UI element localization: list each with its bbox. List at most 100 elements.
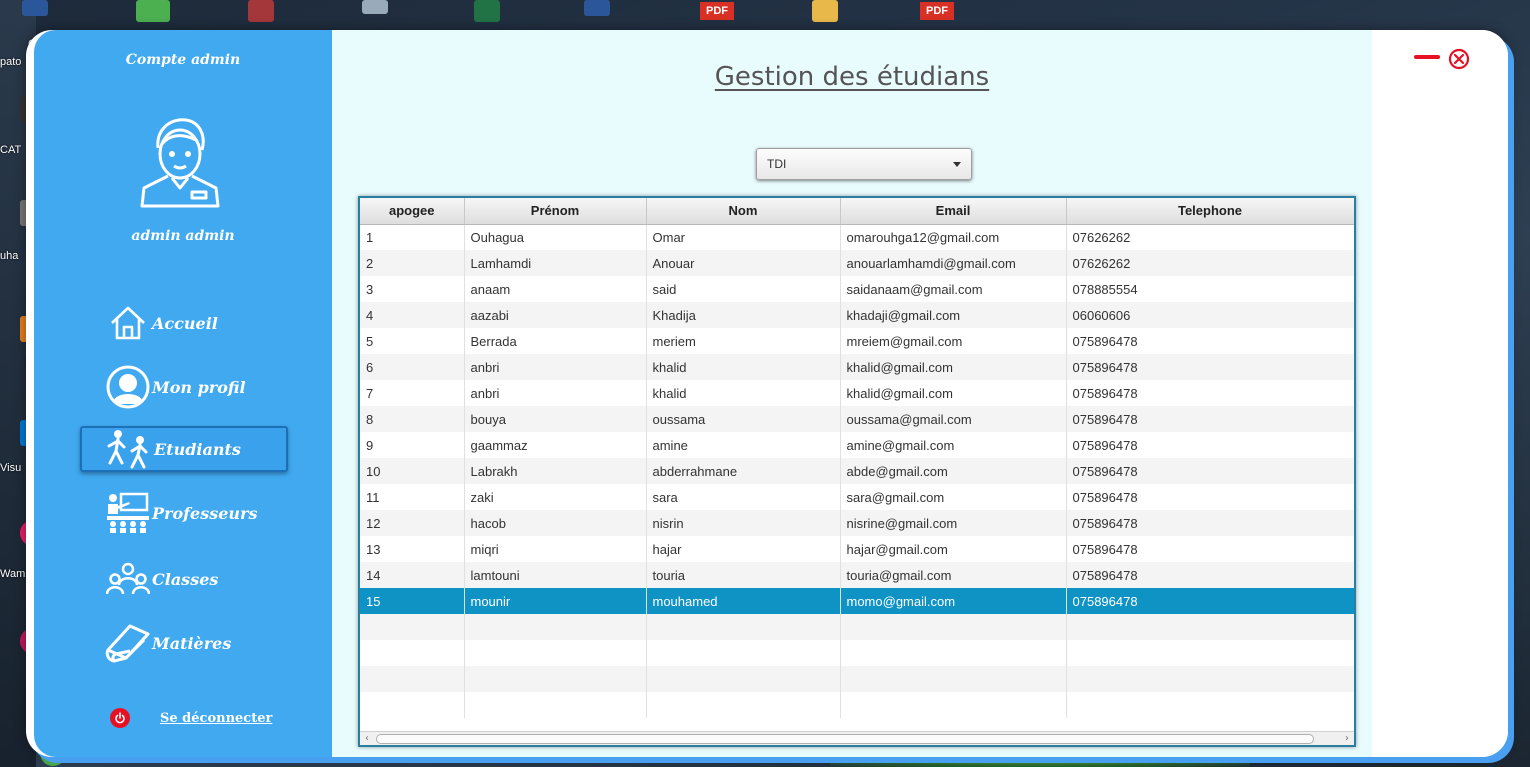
nav-item-etudiants[interactable]: Etudiants xyxy=(80,426,288,472)
table-row[interactable]: 13 miqri hajar hajar@gmail.com 075896478 xyxy=(360,536,1354,562)
cell-apogee: 8 xyxy=(360,406,465,432)
empty-cell xyxy=(840,640,1067,666)
minimize-icon[interactable] xyxy=(1414,52,1440,62)
empty-cell xyxy=(360,666,465,692)
cell-prenom: hacob xyxy=(464,510,647,536)
power-icon xyxy=(110,708,130,728)
nav-label-matieres: Matières xyxy=(152,633,232,653)
column-header-email[interactable]: Email xyxy=(840,198,1067,225)
cell-email: khalid@gmail.com xyxy=(840,380,1067,406)
book-icon xyxy=(104,620,152,666)
cell-nom: said xyxy=(646,276,841,302)
cell-nom: Omar xyxy=(646,224,841,250)
app-desktop-icon[interactable] xyxy=(136,0,170,22)
column-header-prenom[interactable]: Prénom xyxy=(464,198,647,225)
close-icon[interactable] xyxy=(1448,48,1470,70)
nav-item-professeurs[interactable]: Professeurs xyxy=(80,490,288,536)
class-select-value: TDI xyxy=(767,157,787,171)
students-table[interactable]: apogee Prénom Nom Email Telephone 1 Ouhag… xyxy=(358,196,1356,747)
cell-telephone: 075896478 xyxy=(1066,354,1354,380)
cell-nom: meriem xyxy=(646,328,841,354)
cell-telephone: 075896478 xyxy=(1066,484,1354,510)
cell-apogee: 4 xyxy=(360,302,465,328)
horizontal-scrollbar[interactable]: ‹ › xyxy=(360,731,1354,745)
desktop-label: pato xyxy=(0,56,22,68)
table-row[interactable]: 3 anaam said saidanaam@gmail.com 078885554 xyxy=(360,276,1354,302)
cell-telephone: 075896478 xyxy=(1066,588,1354,614)
window-controls-panel xyxy=(1372,30,1508,757)
nav-label-mon-profil: Mon profil xyxy=(152,377,246,397)
cell-prenom: lamtouni xyxy=(464,562,647,588)
table-row[interactable]: 9 gaammaz amine amine@gmail.com 075896478 xyxy=(360,432,1354,458)
cell-prenom: Labrakh xyxy=(464,458,647,484)
access-desktop-icon[interactable] xyxy=(248,0,274,22)
table-row[interactable]: 14 lamtouni touria touria@gmail.com 07589647… xyxy=(360,562,1354,588)
cell-telephone: 075896478 xyxy=(1066,380,1354,406)
word-desktop-icon[interactable] xyxy=(22,0,48,16)
cell-apogee: 15 xyxy=(360,588,465,614)
cell-email: touria@gmail.com xyxy=(840,562,1067,588)
empty-table-row xyxy=(360,640,1354,666)
cell-telephone: 075896478 xyxy=(1066,328,1354,354)
folder-desktop-icon[interactable] xyxy=(812,0,838,22)
cell-nom: khalid xyxy=(646,380,841,406)
table-row[interactable]: 5 Berrada meriem mreiem@gmail.com 075896478 xyxy=(360,328,1354,354)
table-row[interactable]: 15 mounir mouhamed momo@gmail.com 075896478 xyxy=(360,588,1354,614)
word-desktop-icon-2[interactable] xyxy=(584,0,610,16)
empty-cell xyxy=(464,640,647,666)
empty-table-row xyxy=(360,692,1354,718)
column-header-telephone[interactable]: Telephone xyxy=(1066,198,1354,225)
excel-desktop-icon[interactable] xyxy=(474,0,500,22)
cell-telephone: 06060606 xyxy=(1066,302,1354,328)
cell-apogee: 14 xyxy=(360,562,465,588)
table-row[interactable]: 11 zaki sara sara@gmail.com 075896478 xyxy=(360,484,1354,510)
empty-cell xyxy=(646,692,841,718)
empty-cell xyxy=(1066,614,1354,640)
nav-item-accueil[interactable]: Accueil xyxy=(80,300,288,346)
table-row[interactable]: 6 anbri khalid khalid@gmail.com 075896478 xyxy=(360,354,1354,380)
main-content: Gestion des étudians TDI apogee Prénom N… xyxy=(332,30,1372,757)
logout-link[interactable]: Se déconnecter xyxy=(110,708,272,728)
scrollbar-thumb[interactable] xyxy=(376,733,1314,744)
empty-cell xyxy=(360,692,465,718)
recycle-desktop-icon[interactable] xyxy=(362,0,388,14)
pdf-desktop-icon-2[interactable]: PDF xyxy=(920,2,954,20)
admin-user-name: admin admin xyxy=(131,228,235,244)
column-header-apogee[interactable]: apogee xyxy=(360,198,465,225)
cell-email: omarouhga12@gmail.com xyxy=(840,224,1067,250)
nav-item-matieres[interactable]: Matières xyxy=(80,620,288,666)
cell-apogee: 11 xyxy=(360,484,465,510)
empty-cell xyxy=(1066,666,1354,692)
cell-nom: Anouar xyxy=(646,250,841,276)
table-row[interactable]: 12 hacob nisrin nisrine@gmail.com 075896478 xyxy=(360,510,1354,536)
scroll-right-icon[interactable]: › xyxy=(1340,733,1354,744)
cell-email: anouarlamhamdi@gmail.com xyxy=(840,250,1067,276)
cell-prenom: mounir xyxy=(464,588,647,614)
scroll-left-icon[interactable]: ‹ xyxy=(360,733,374,744)
table-row[interactable]: 10 Labrakh abderrahmane abde@gmail.com 07589… xyxy=(360,458,1354,484)
cell-telephone: 075896478 xyxy=(1066,458,1354,484)
table-row[interactable]: 1 Ouhagua Omar omarouhga12@gmail.com 0762626… xyxy=(360,224,1354,250)
cell-nom: nisrin xyxy=(646,510,841,536)
table-row[interactable]: 8 bouya oussama oussama@gmail.com 075896478 xyxy=(360,406,1354,432)
cell-nom: mouhamed xyxy=(646,588,841,614)
table-row[interactable]: 2 Lamhamdi Anouar anouarlamhamdi@gmail.com 0… xyxy=(360,250,1354,276)
column-header-nom[interactable]: Nom xyxy=(646,198,841,225)
nav-item-mon-profil[interactable]: Mon profil xyxy=(80,364,288,410)
cell-email: amine@gmail.com xyxy=(840,432,1067,458)
table-row[interactable]: 4 aazabi Khadija khadaji@gmail.com 06060606 xyxy=(360,302,1354,328)
cell-telephone: 075896478 xyxy=(1066,432,1354,458)
cell-telephone: 075896478 xyxy=(1066,536,1354,562)
table-row[interactable]: 7 anbri khalid khalid@gmail.com 075896478 xyxy=(360,380,1354,406)
class-select[interactable]: TDI xyxy=(756,148,972,180)
cell-prenom: aazabi xyxy=(464,302,647,328)
pdf-desktop-icon[interactable]: PDF xyxy=(700,2,734,20)
desktop-label: Wam xyxy=(0,568,26,580)
table-header-row: apogee Prénom Nom Email Telephone xyxy=(360,198,1354,225)
cell-prenom: Ouhagua xyxy=(464,224,647,250)
nav-item-classes[interactable]: Classes xyxy=(80,556,288,602)
cell-nom: abderrahmane xyxy=(646,458,841,484)
desktop-label: CAT xyxy=(0,144,22,156)
cell-email: sara@gmail.com xyxy=(840,484,1067,510)
empty-table-row xyxy=(360,614,1354,640)
